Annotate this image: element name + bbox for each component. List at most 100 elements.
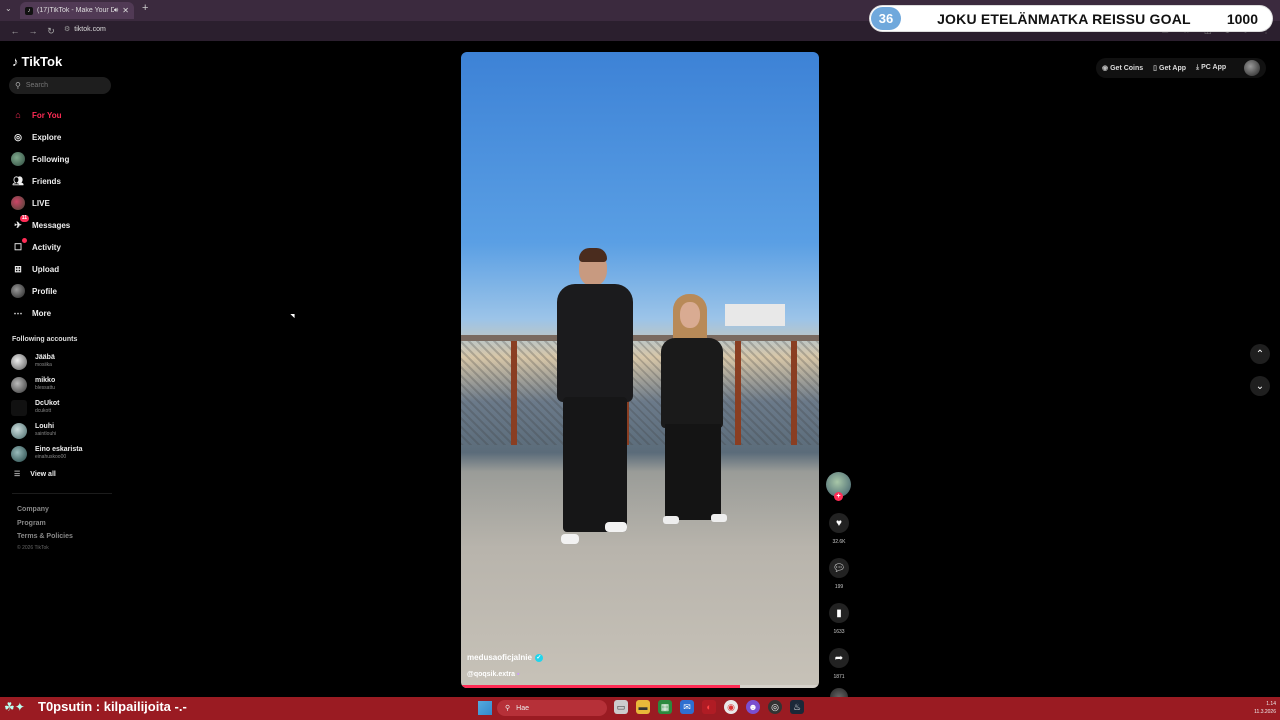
nav-label: Explore	[32, 132, 62, 142]
search-placeholder: Search	[25, 82, 49, 89]
video-player[interactable]: medusaoficjalnie ✓ @qoqsik.extra ▪	[461, 52, 819, 688]
tiktok-logo[interactable]: ♪ TikTok	[12, 54, 62, 69]
nav-explore[interactable]: ◎ Explore	[11, 126, 70, 148]
reload-icon[interactable]: ↻	[42, 26, 60, 37]
spreadsheet-icon[interactable]: ▦	[658, 700, 672, 714]
search-input[interactable]: ⚲ Search	[9, 77, 111, 94]
footer-link-program[interactable]: Program	[17, 517, 73, 531]
get-coins-button[interactable]: ◉ Get Coins	[1102, 64, 1143, 72]
next-video-button[interactable]: ⌄	[1250, 376, 1270, 396]
comment-action[interactable]: 💬︎ 199	[826, 558, 852, 590]
plus-square-icon: ⊞	[14, 263, 22, 274]
message-icon: ✈︎ 11	[14, 215, 29, 230]
tiktok-favicon-icon: ♪	[25, 6, 33, 15]
share-count: 1871	[833, 674, 845, 680]
chevron-down-icon: ⌄	[1255, 380, 1265, 392]
task-view-icon[interactable]: ▭	[614, 700, 628, 714]
sidebar-footer: Company Program Terms & Policies © 2026 …	[17, 503, 73, 553]
tab-list-chevron-icon[interactable]: ⌄	[5, 4, 12, 13]
account-handle: dcukott	[35, 408, 52, 414]
discord-icon[interactable]: ☻	[746, 700, 760, 714]
nav-messages[interactable]: ✈︎ 11 Messages	[11, 214, 70, 236]
speaker-icon[interactable]: 🔊︎	[114, 7, 118, 15]
address-field[interactable]: ⚙ tiktok.com	[64, 25, 110, 33]
creator-avatar[interactable]: +	[826, 472, 851, 501]
account-item[interactable]: Louhi saintlouhi	[11, 419, 82, 442]
author-name: medusaoficjalnie	[467, 653, 532, 662]
copyright-text: © 2026 TikTok	[17, 544, 49, 551]
nav-profile[interactable]: Profile	[11, 280, 70, 302]
file-explorer-icon[interactable]: ▬	[636, 700, 650, 714]
taskbar-search[interactable]: ⚲ Hae	[497, 700, 607, 716]
background-building	[725, 304, 785, 326]
coin-icon: ◉	[1102, 65, 1109, 72]
pc-app-button[interactable]: ⤓ PC App	[1196, 64, 1226, 72]
bookmark-icon[interactable]: ▮	[829, 603, 849, 623]
activity-dot	[22, 238, 27, 243]
like-count: 32.6K	[832, 539, 846, 545]
nav-activity[interactable]: ☐ Activity	[11, 236, 70, 258]
nav-live[interactable]: LIVE	[11, 192, 70, 214]
steam-icon[interactable]: ♨	[790, 700, 804, 714]
nav-label: For You	[32, 110, 62, 120]
get-app-button[interactable]: ▯ Get App	[1153, 64, 1186, 72]
share-action[interactable]: ➦ 1871	[826, 648, 852, 680]
view-all-button[interactable]: ☰ View all	[14, 470, 56, 479]
logo-text: TikTok	[21, 54, 63, 69]
share-icon[interactable]: ➦	[829, 648, 849, 668]
nav-upload[interactable]: ⊞ Upload	[11, 258, 70, 280]
chrome-icon[interactable]: ◉	[724, 700, 738, 714]
follow-plus-icon[interactable]: +	[834, 492, 843, 501]
account-name: Louhi	[35, 423, 55, 430]
emoji-icon: ▪	[517, 671, 520, 678]
site-info-icon[interactable]: ⚙	[64, 26, 70, 33]
back-icon[interactable]: ←	[6, 26, 24, 36]
close-tab-icon[interactable]: ✕	[122, 6, 129, 15]
windows-start-icon[interactable]	[478, 701, 492, 715]
nav-label: Upload	[32, 264, 60, 274]
footer-link-terms[interactable]: Terms & Policies	[17, 530, 73, 544]
search-icon: ⚲	[15, 81, 21, 90]
nav-more[interactable]: ⋯ More	[11, 302, 70, 324]
save-action[interactable]: ▮ 1633	[826, 603, 852, 635]
previous-video-button[interactable]: ⌃	[1250, 344, 1270, 364]
forward-icon[interactable]: →	[24, 26, 42, 36]
nav-for-you[interactable]: ⌂ For You	[11, 104, 70, 126]
goal-target: 1000	[1226, 10, 1258, 27]
goal-title: JOKU ETELÄNMATKA REISSU GOAL	[937, 10, 1191, 27]
following-accounts-title: Following accounts	[12, 336, 78, 343]
list-icon: ☰	[14, 471, 21, 478]
obs-icon[interactable]: ◎	[768, 700, 782, 714]
video-author[interactable]: medusaoficjalnie ✓	[467, 653, 543, 662]
footer-link-company[interactable]: Company	[17, 503, 73, 517]
live-avatar	[11, 196, 25, 210]
account-item[interactable]: mikko blessattu	[11, 373, 82, 396]
like-action[interactable]: ♥ 32.6K	[826, 513, 852, 545]
taskbar-apps: ▭ ▬ ▦ ✉ ◐ ◉ ☻ ◎ ♨	[614, 700, 804, 714]
video-caption-tag[interactable]: @qoqsik.extra ▪	[467, 671, 520, 678]
heart-icon[interactable]: ♥	[829, 513, 849, 533]
video-progress-bar[interactable]	[461, 685, 819, 688]
red-app-icon[interactable]: ◐	[702, 700, 716, 714]
account-item[interactable]: DcUkot dcukott	[11, 396, 82, 419]
clock-time: 1.14	[1266, 701, 1276, 707]
stream-overlay-icons: ☘✦	[4, 700, 25, 714]
stream-goal-banner: 36 JOKU ETELÄNMATKA REISSU GOAL 1000	[870, 6, 1272, 31]
nav-label: Friends	[32, 176, 61, 186]
mail-icon[interactable]: ✉	[680, 700, 694, 714]
new-tab-button[interactable]: +	[142, 2, 148, 14]
taskbar-clock: 1.14 11.3.2026	[1240, 700, 1276, 716]
user-avatar[interactable]	[1244, 60, 1260, 76]
avatar	[11, 399, 27, 416]
nav-following[interactable]: Following	[11, 148, 70, 170]
url-text: tiktok.com	[74, 26, 106, 33]
browser-tab[interactable]: ♪ (17)TikTok - Make Your Day 🔊︎ ✕	[20, 2, 134, 19]
comment-icon[interactable]: 💬︎	[829, 558, 849, 578]
profile-avatar	[11, 284, 25, 298]
account-item[interactable]: Eino eskarista einahuskoo00	[11, 442, 82, 465]
nav-friends[interactable]: 👥︎ Friends	[11, 170, 70, 192]
account-handle: mosiika	[35, 362, 52, 368]
account-handle: saintlouhi	[35, 431, 57, 437]
nav-label: Following	[32, 154, 70, 164]
account-item[interactable]: Jääbä mosiika	[11, 350, 82, 373]
